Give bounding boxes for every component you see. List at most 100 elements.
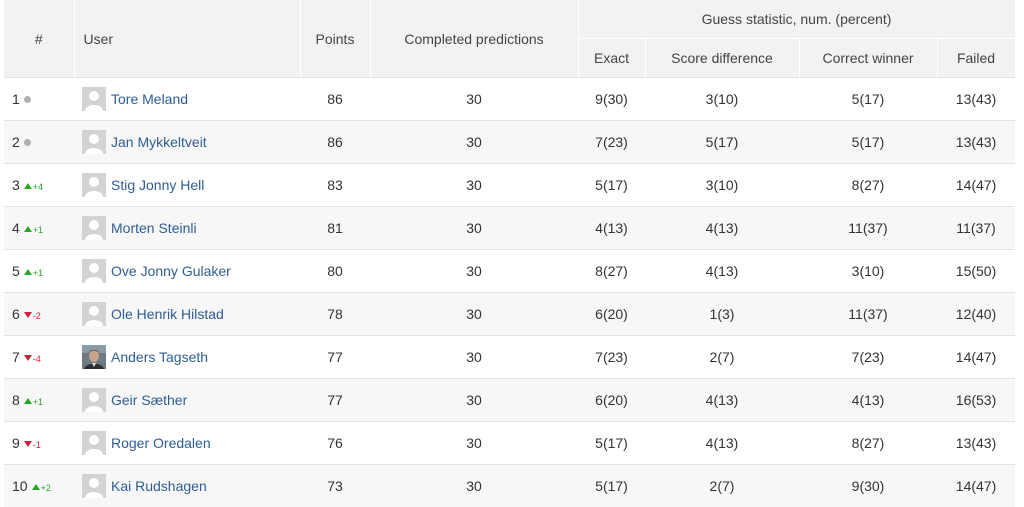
score-difference-cell: 2(7) — [645, 336, 799, 379]
trend-indicator — [20, 91, 31, 107]
arrow-up-icon — [24, 183, 32, 189]
failed-cell: 11(37) — [937, 207, 1015, 250]
header-rank[interactable]: # — [4, 0, 74, 78]
score-difference-cell: 1(3) — [645, 293, 799, 336]
completed-predictions-cell: 30 — [370, 465, 578, 507]
rank-number: 3 — [12, 177, 20, 193]
avatar-placeholder-icon[interactable] — [82, 130, 106, 154]
failed-cell: 15(50) — [937, 250, 1015, 293]
points-cell: 78 — [300, 293, 370, 336]
avatar-placeholder-icon[interactable] — [82, 388, 106, 412]
user-cell: Geir Sæther — [74, 379, 300, 422]
rank-number: 4 — [12, 220, 20, 236]
table-row: 5+1 Ove Jonny Gulaker 80 30 8(27) 4(13) … — [4, 250, 1015, 293]
correct-winner-cell: 8(27) — [799, 422, 937, 465]
rank-delta: +1 — [33, 225, 43, 235]
failed-cell: 13(43) — [937, 422, 1015, 465]
completed-predictions-cell: 30 — [370, 121, 578, 164]
failed-cell: 14(47) — [937, 465, 1015, 507]
correct-winner-cell: 5(17) — [799, 121, 937, 164]
exact-cell: 6(20) — [578, 293, 645, 336]
table-row: 8+1 Geir Sæther 77 30 6(20) 4(13) 4(13) … — [4, 379, 1015, 422]
table-row: 1 Tore Meland 86 30 9(30) 3(10) 5(17) 13… — [4, 78, 1015, 121]
points-cell: 77 — [300, 379, 370, 422]
user-name-link[interactable]: Stig Jonny Hell — [111, 177, 204, 193]
rank-cell: 8+1 — [4, 379, 74, 422]
trend-indicator — [20, 134, 31, 150]
exact-cell: 5(17) — [578, 164, 645, 207]
exact-cell: 7(23) — [578, 336, 645, 379]
points-cell: 77 — [300, 336, 370, 379]
user-name-link[interactable]: Anders Tagseth — [111, 349, 208, 365]
correct-winner-cell: 4(13) — [799, 379, 937, 422]
score-difference-cell: 4(13) — [645, 379, 799, 422]
arrow-down-icon — [24, 441, 32, 447]
user-name-link[interactable]: Tore Meland — [111, 91, 188, 107]
rank-cell: 3+4 — [4, 164, 74, 207]
user-name-link[interactable]: Morten Steinli — [111, 220, 197, 236]
exact-cell: 6(20) — [578, 379, 645, 422]
points-cell: 76 — [300, 422, 370, 465]
score-difference-cell: 3(10) — [645, 164, 799, 207]
avatar-placeholder-icon[interactable] — [82, 431, 106, 455]
header-completed-predictions[interactable]: Completed predictions — [370, 0, 578, 78]
score-difference-cell: 5(17) — [645, 121, 799, 164]
exact-cell: 5(17) — [578, 465, 645, 507]
exact-cell: 5(17) — [578, 422, 645, 465]
header-points[interactable]: Points — [300, 0, 370, 78]
user-name-link[interactable]: Ove Jonny Gulaker — [111, 263, 231, 279]
user-name-link[interactable]: Geir Sæther — [111, 392, 187, 408]
correct-winner-cell: 9(30) — [799, 465, 937, 507]
avatar-placeholder-icon[interactable] — [82, 259, 106, 283]
rank-delta: -1 — [33, 440, 41, 450]
user-name-link[interactable]: Ole Henrik Hilstad — [111, 306, 224, 322]
correct-winner-cell: 11(37) — [799, 293, 937, 336]
arrow-up-icon — [24, 226, 32, 232]
rank-number: 10 — [12, 478, 28, 494]
header-score-difference[interactable]: Score difference — [645, 39, 799, 78]
completed-predictions-cell: 30 — [370, 207, 578, 250]
avatar-placeholder-icon[interactable] — [82, 173, 106, 197]
user-cell: Anders Tagseth — [74, 336, 300, 379]
neutral-dot-icon — [24, 96, 31, 103]
avatar-placeholder-icon[interactable] — [82, 216, 106, 240]
neutral-dot-icon — [24, 139, 31, 146]
completed-predictions-cell: 30 — [370, 336, 578, 379]
score-difference-cell: 2(7) — [645, 465, 799, 507]
header-failed[interactable]: Failed — [937, 39, 1015, 78]
avatar-photo[interactable] — [82, 345, 106, 369]
rank-delta: +1 — [33, 268, 43, 278]
rank-delta: +1 — [33, 397, 43, 407]
header-user[interactable]: User — [74, 0, 300, 78]
exact-cell: 9(30) — [578, 78, 645, 121]
user-name-link[interactable]: Roger Oredalen — [111, 435, 211, 451]
user-name-link[interactable]: Jan Mykkeltveit — [111, 134, 207, 150]
header-guess-statistic: Guess statistic, num. (percent) — [578, 0, 1015, 39]
table-row: 7-4 Anders Tagseth 77 30 7(23) 2(7) 7(23… — [4, 336, 1015, 379]
failed-cell: 16(53) — [937, 379, 1015, 422]
user-cell: Ove Jonny Gulaker — [74, 250, 300, 293]
score-difference-cell: 4(13) — [645, 422, 799, 465]
avatar-placeholder-icon[interactable] — [82, 87, 106, 111]
completed-predictions-cell: 30 — [370, 379, 578, 422]
failed-cell: 13(43) — [937, 121, 1015, 164]
table-header: # User Points Completed predictions Gues… — [4, 0, 1015, 78]
avatar-placeholder-icon[interactable] — [82, 302, 106, 326]
score-difference-cell: 4(13) — [645, 250, 799, 293]
correct-winner-cell: 11(37) — [799, 207, 937, 250]
table-body: 1 Tore Meland 86 30 9(30) 3(10) 5(17) 13… — [4, 78, 1015, 507]
header-exact[interactable]: Exact — [578, 39, 645, 78]
user-name-link[interactable]: Kai Rudshagen — [111, 478, 207, 494]
trend-indicator: +1 — [20, 220, 43, 236]
rank-cell: 7-4 — [4, 336, 74, 379]
completed-predictions-cell: 30 — [370, 164, 578, 207]
rank-number: 2 — [12, 134, 20, 150]
rank-number: 7 — [12, 349, 20, 365]
arrow-down-icon — [24, 355, 32, 361]
user-cell: Roger Oredalen — [74, 422, 300, 465]
rank-cell: 4 +1 — [4, 207, 74, 250]
avatar-placeholder-icon[interactable] — [82, 474, 106, 498]
header-correct-winner[interactable]: Correct winner — [799, 39, 937, 78]
completed-predictions-cell: 30 — [370, 250, 578, 293]
correct-winner-cell: 7(23) — [799, 336, 937, 379]
